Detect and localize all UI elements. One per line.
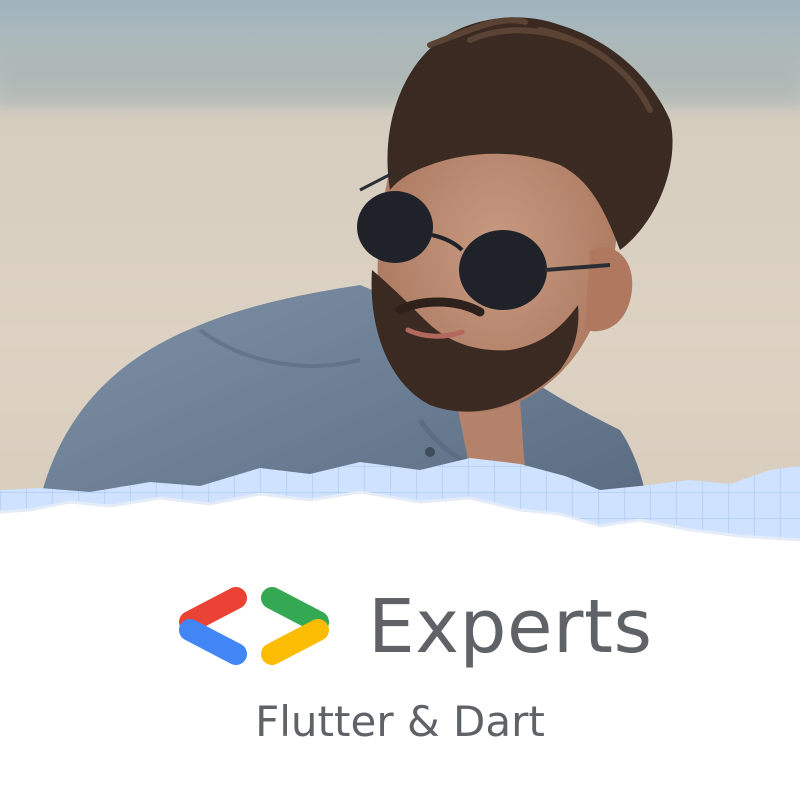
logo-red-stroke bbox=[179, 587, 247, 633]
logo-blue-stroke bbox=[179, 619, 247, 665]
profile-frame: Experts Flutter & Dart bbox=[0, 0, 800, 800]
developer-brackets-icon bbox=[179, 587, 329, 665]
sunglasses-left-lens bbox=[357, 191, 433, 263]
logo-yellow-stroke bbox=[261, 619, 329, 665]
logo-green-stroke bbox=[261, 587, 329, 633]
specialty-label: Flutter & Dart bbox=[255, 697, 545, 746]
program-name: Experts bbox=[368, 584, 653, 670]
sunglasses-right-lens bbox=[459, 230, 547, 310]
